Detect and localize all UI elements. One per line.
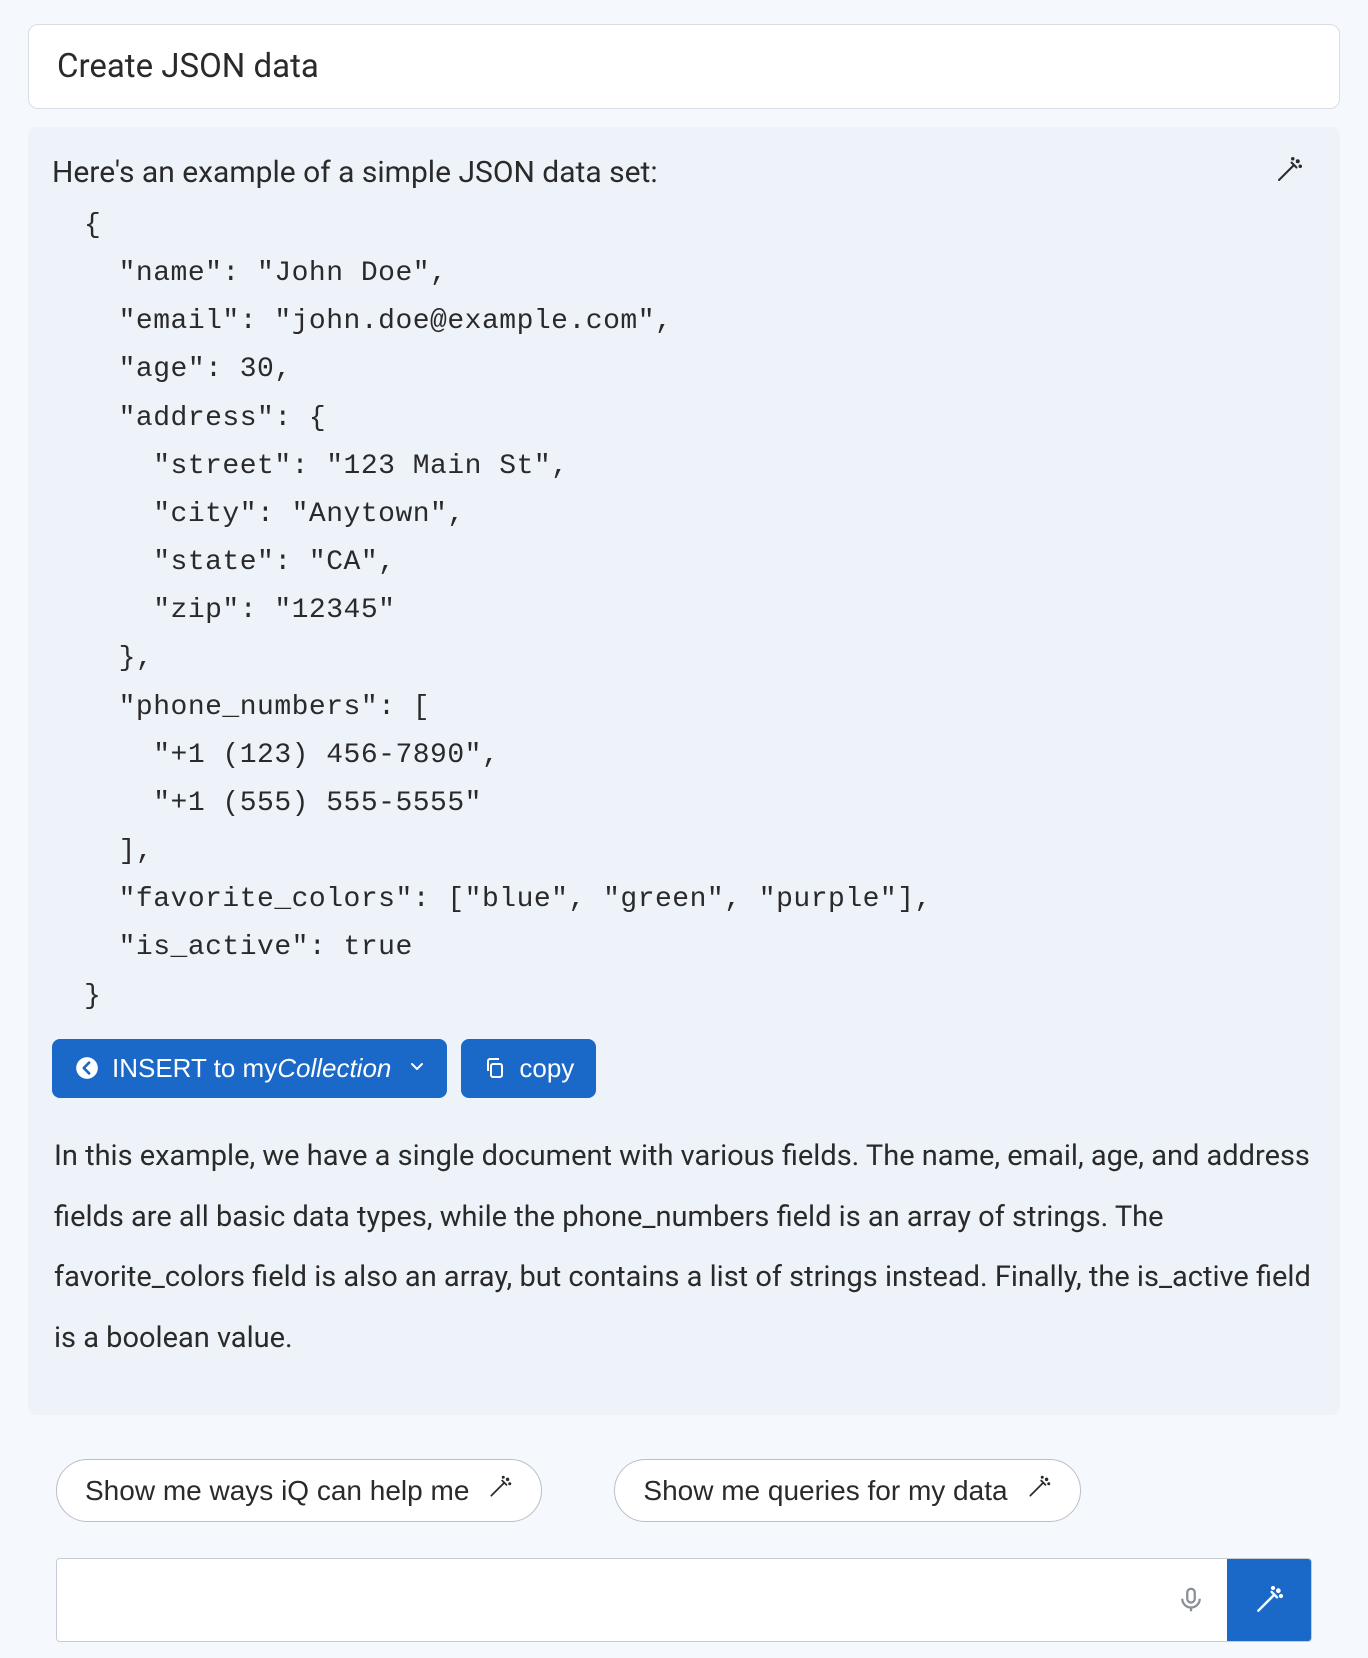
response-panel: Here's an example of a simple JSON data … (28, 127, 1340, 1415)
code-block: { "name": "John Doe", "email": "john.doe… (52, 202, 1316, 1031)
suggestion-row: Show me ways iQ can help me Show me quer… (28, 1415, 1340, 1552)
microphone-button[interactable] (1155, 1559, 1227, 1641)
suggestion-chip-queries[interactable]: Show me queries for my data (614, 1459, 1080, 1522)
code-action-row: INSERT to myCollection copy (52, 1039, 1316, 1098)
response-intro: Here's an example of a simple JSON data … (52, 155, 1316, 190)
copy-button-label: copy (519, 1053, 574, 1084)
copy-icon (483, 1056, 507, 1080)
copy-button[interactable]: copy (461, 1039, 596, 1098)
send-button[interactable] (1227, 1559, 1311, 1641)
insert-button-label: INSERT to myCollection (112, 1053, 391, 1084)
magic-wand-icon (1274, 155, 1304, 185)
chat-input-bar (56, 1558, 1312, 1642)
prompt-title-card: Create JSON data (28, 24, 1340, 109)
response-explanation: In this example, we have a single docume… (52, 1126, 1316, 1406)
microphone-icon (1176, 1585, 1206, 1615)
suggestion-chip-help[interactable]: Show me ways iQ can help me (56, 1459, 542, 1522)
regenerate-button[interactable] (1272, 153, 1306, 187)
chevron-down-icon (407, 1053, 427, 1084)
suggestion-chip-label: Show me ways iQ can help me (85, 1475, 469, 1507)
suggestion-chip-label: Show me queries for my data (643, 1475, 1007, 1507)
magic-wand-icon (1026, 1474, 1052, 1507)
arrow-left-circle-icon (74, 1055, 100, 1081)
chat-input[interactable] (57, 1559, 1155, 1641)
insert-button[interactable]: INSERT to myCollection (52, 1039, 447, 1098)
prompt-title-text: Create JSON data (57, 47, 319, 86)
page-root: Create JSON data Here's an example of a … (0, 0, 1368, 1642)
magic-wand-icon (1253, 1584, 1285, 1616)
magic-wand-icon (487, 1474, 513, 1507)
